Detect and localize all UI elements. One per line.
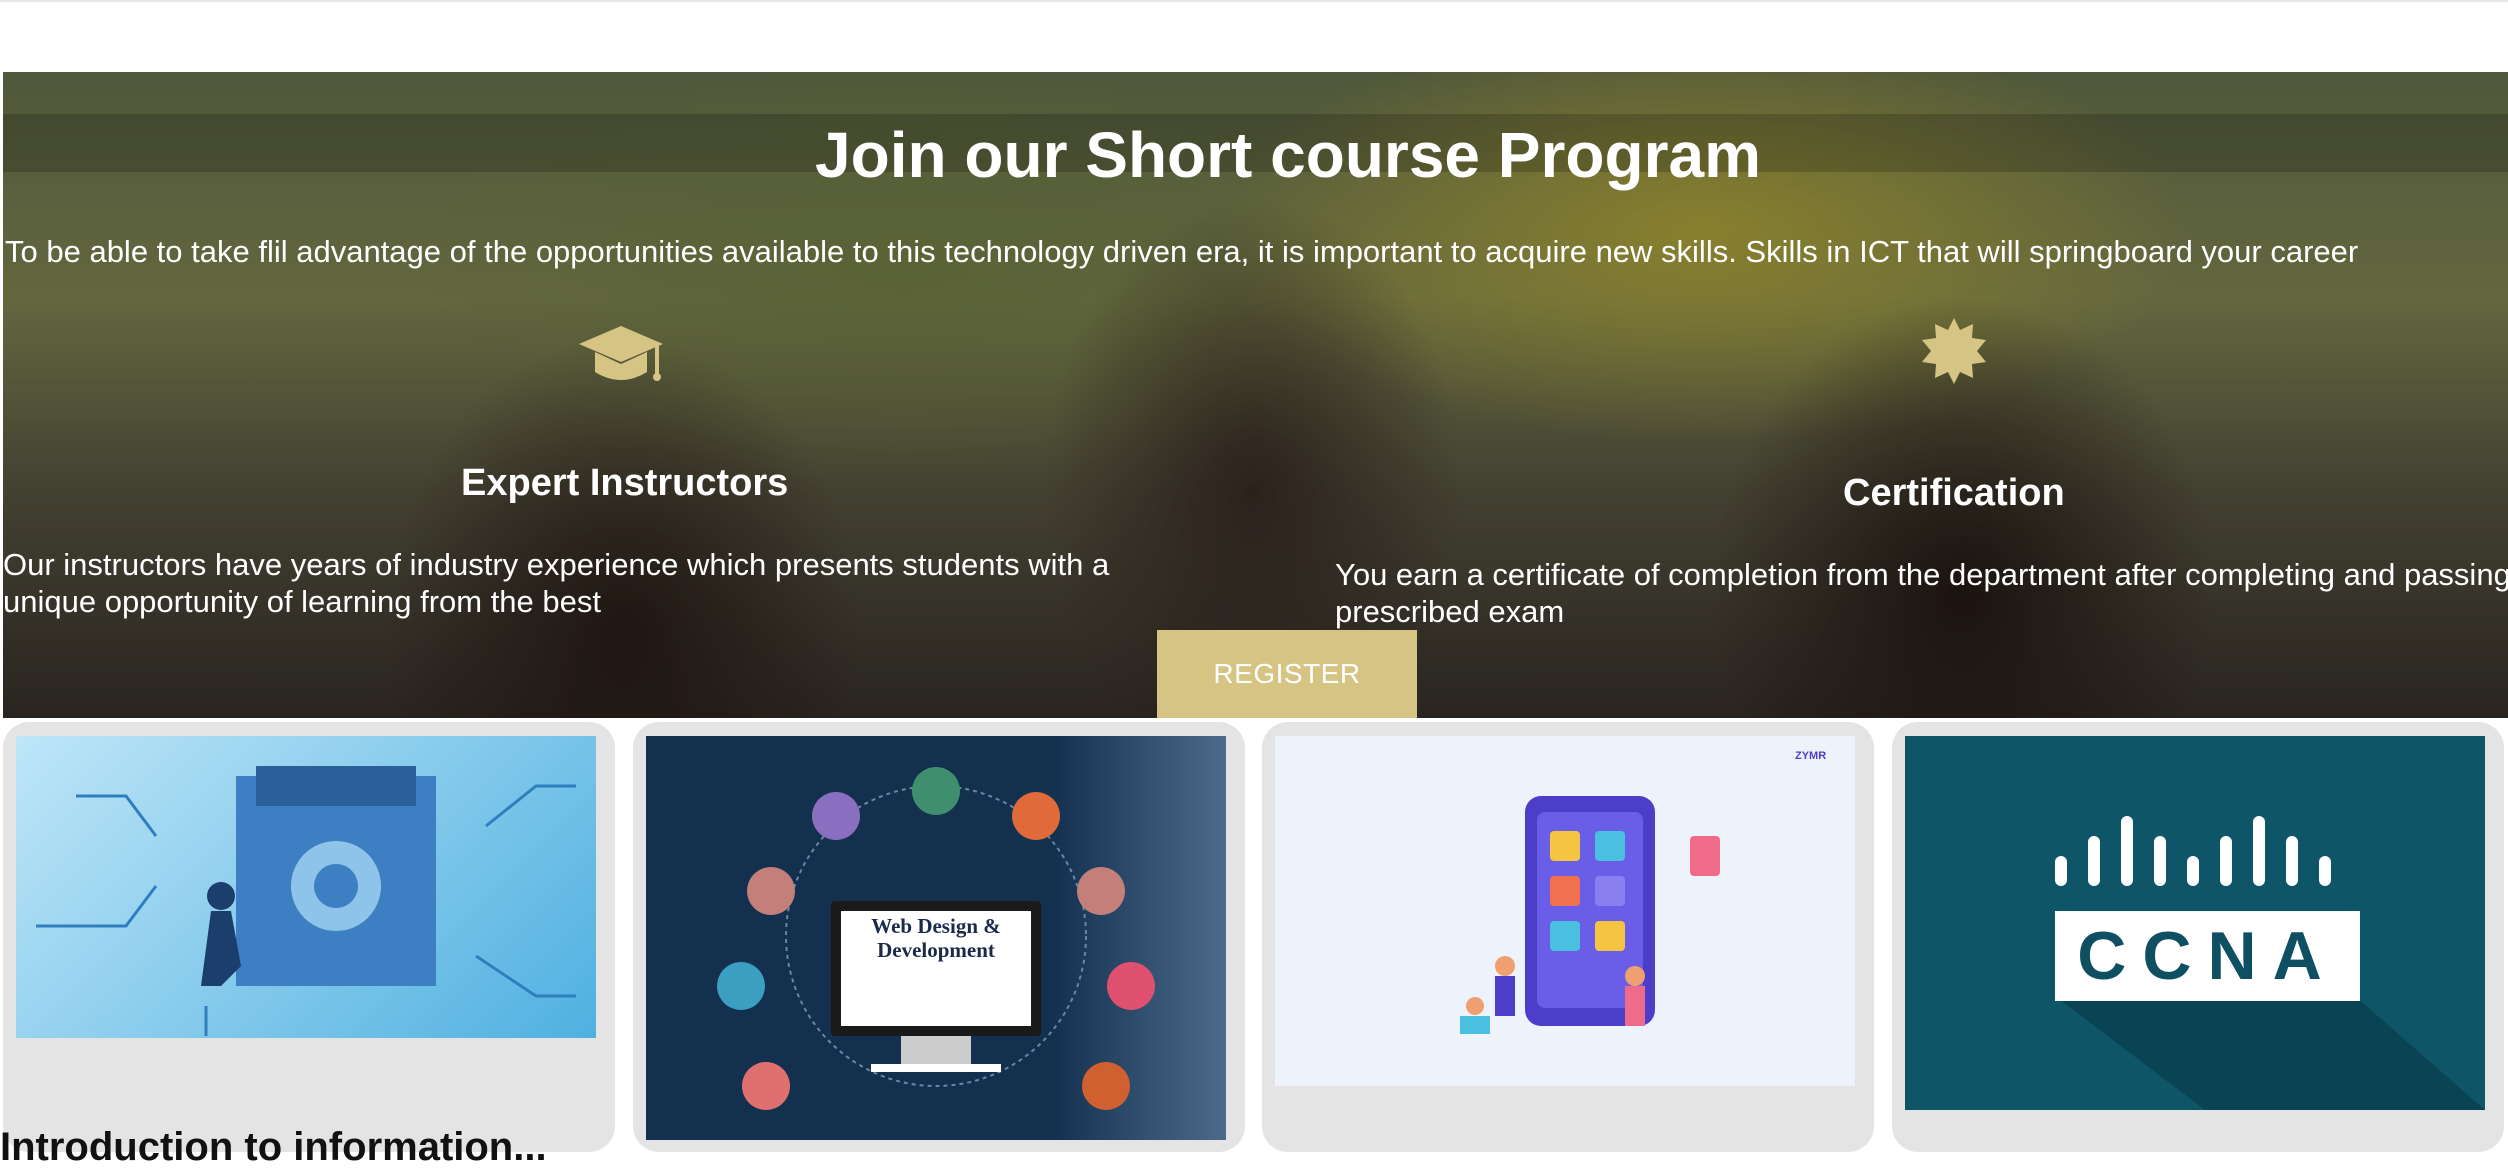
ccna-logo-text: CCNA: [2077, 918, 2338, 994]
register-button[interactable]: REGISTER: [1157, 630, 1417, 718]
course-card-3[interactable]: ZYMR: [1262, 722, 1874, 1152]
web-design-caption-line-1: Web Design &: [871, 914, 1001, 938]
web-design-development-image: Web Design & Development: [646, 736, 1226, 1140]
hero-lead-text: To be able to take flil advantage of the…: [5, 234, 2359, 269]
feature-title-certification: Certification: [1843, 472, 2065, 514]
feature-text-certification: You earn a certificate of completion fro…: [1335, 557, 2508, 629]
course-card-1[interactable]: [3, 722, 615, 1152]
course-card-4[interactable]: CCNA: [1892, 722, 2504, 1152]
course-title-1: Introduction to information...: [0, 1125, 547, 1169]
zymr-badge: ZYMR: [1795, 750, 1827, 762]
hero-banner: Join our Short course Program To be able…: [3, 72, 2508, 718]
ccna-image: CCNA: [1905, 736, 2485, 1110]
graduation-cap-icon: [577, 322, 665, 397]
feature-text-expert-instructors: Our instructors have years of industry e…: [3, 547, 1110, 619]
hero-title: Join our Short course Program: [815, 119, 1761, 191]
top-navigation-bar: [0, 0, 2508, 74]
web-design-caption-line-2: Development: [877, 938, 995, 962]
course-card-2[interactable]: Web Design & Development: [633, 722, 1245, 1152]
feature-title-expert-instructors: Expert Instructors: [461, 462, 789, 504]
mobile-app-development-image: ZYMR: [1275, 736, 1855, 1086]
cyber-security-image: [16, 736, 596, 1038]
web-design-image-caption: Web Design & Development: [841, 914, 1031, 962]
certificate-seal-icon: [1919, 316, 1989, 391]
